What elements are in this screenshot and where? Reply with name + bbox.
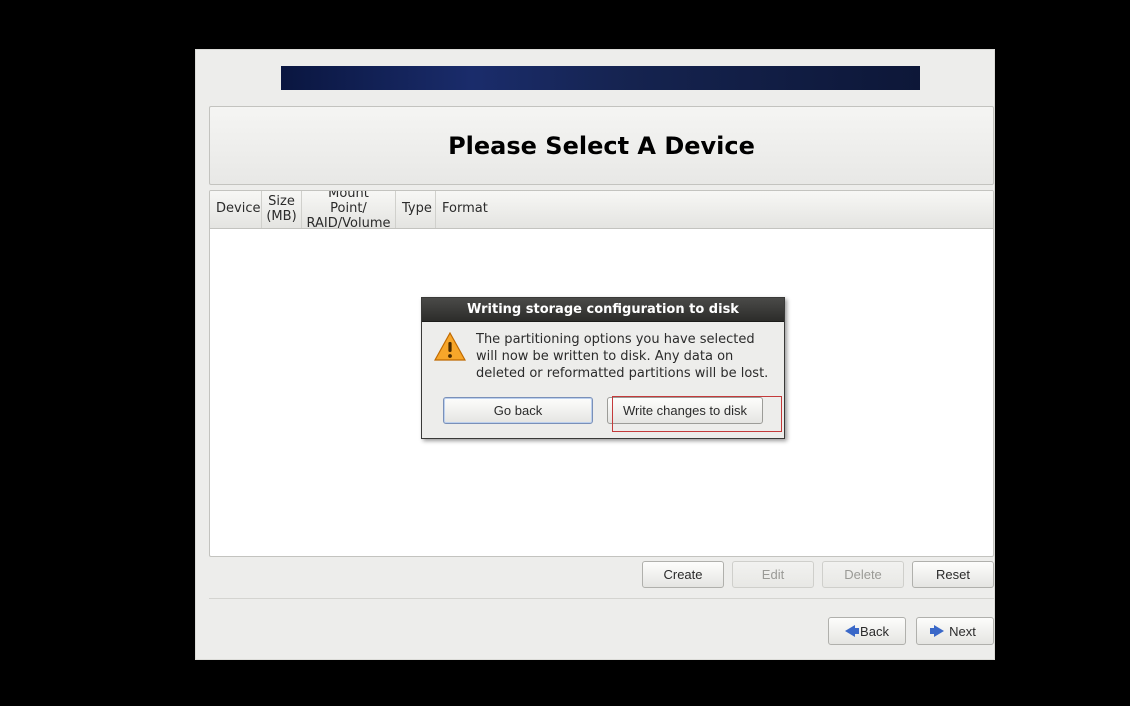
back-button-label: Back (860, 624, 889, 639)
dialog-title: Writing storage configuration to disk (422, 298, 784, 322)
wizard-nav: Back Next (209, 617, 994, 647)
partition-actions: Create Edit Delete Reset (209, 561, 994, 591)
dialog-message: The partitioning options you have select… (476, 332, 772, 383)
col-format-label: Format (442, 202, 488, 217)
divider (209, 598, 994, 599)
write-confirm-dialog: Writing storage configuration to disk Th… (421, 297, 785, 439)
create-button[interactable]: Create (642, 561, 724, 588)
col-mount-label2: RAID/Volume (307, 217, 391, 232)
next-button[interactable]: Next (916, 617, 994, 645)
col-mount[interactable]: Mount Point/ RAID/Volume (302, 191, 396, 228)
col-type-label: Type (402, 202, 432, 217)
col-size-label2: (MB) (266, 210, 296, 225)
arrow-left-icon (845, 625, 855, 637)
col-device-label: Device (216, 202, 260, 217)
dialog-buttons: Go back Write changes to disk (434, 397, 772, 424)
brand-banner (281, 66, 920, 90)
reset-button[interactable]: Reset (912, 561, 994, 588)
dialog-body: The partitioning options you have select… (422, 322, 784, 438)
col-size[interactable]: Size (MB) (262, 191, 302, 228)
col-size-label1: Size (268, 195, 295, 210)
col-mount-label1: Mount Point/ (308, 190, 389, 217)
col-format[interactable]: Format (436, 191, 489, 228)
edit-button: Edit (732, 561, 814, 588)
dialog-content: The partitioning options you have select… (434, 332, 772, 383)
col-device[interactable]: Device (210, 191, 262, 228)
warning-icon (434, 332, 466, 362)
arrow-right-icon (934, 625, 944, 637)
next-button-label: Next (949, 624, 976, 639)
col-type[interactable]: Type (396, 191, 436, 228)
go-back-button[interactable]: Go back (443, 397, 593, 424)
write-changes-button[interactable]: Write changes to disk (607, 397, 763, 424)
back-button[interactable]: Back (828, 617, 906, 645)
title-bar: Please Select A Device (209, 106, 994, 185)
delete-button: Delete (822, 561, 904, 588)
page-title: Please Select A Device (448, 132, 755, 160)
table-header-row: Device Size (MB) Mount Point/ RAID/Volum… (210, 191, 993, 229)
